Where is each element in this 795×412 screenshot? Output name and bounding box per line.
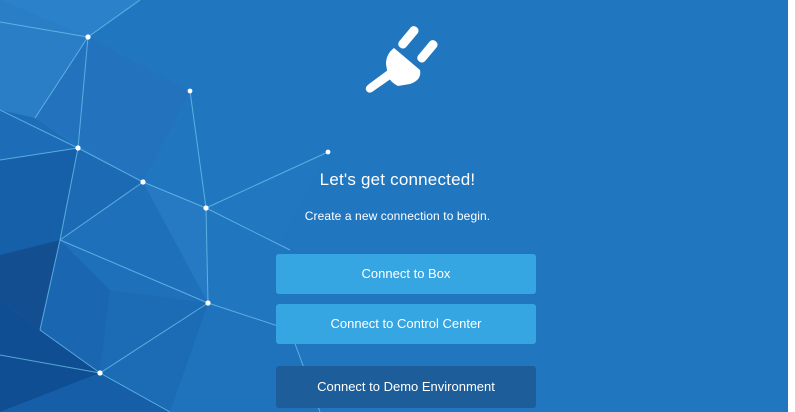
plug-icon bbox=[365, 26, 438, 93]
connect-to-demo-environment-button[interactable]: Connect to Demo Environment bbox=[276, 366, 536, 408]
connect-to-box-button[interactable]: Connect to Box bbox=[276, 254, 536, 294]
connection-screen: Let's get connected! Create a new connec… bbox=[0, 0, 795, 412]
welcome-subtitle: Create a new connection to begin. bbox=[304, 209, 491, 223]
welcome-headline: Let's get connected! bbox=[319, 170, 476, 189]
connect-to-control-center-button[interactable]: Connect to Control Center bbox=[276, 304, 536, 344]
window-edge bbox=[788, 0, 795, 412]
